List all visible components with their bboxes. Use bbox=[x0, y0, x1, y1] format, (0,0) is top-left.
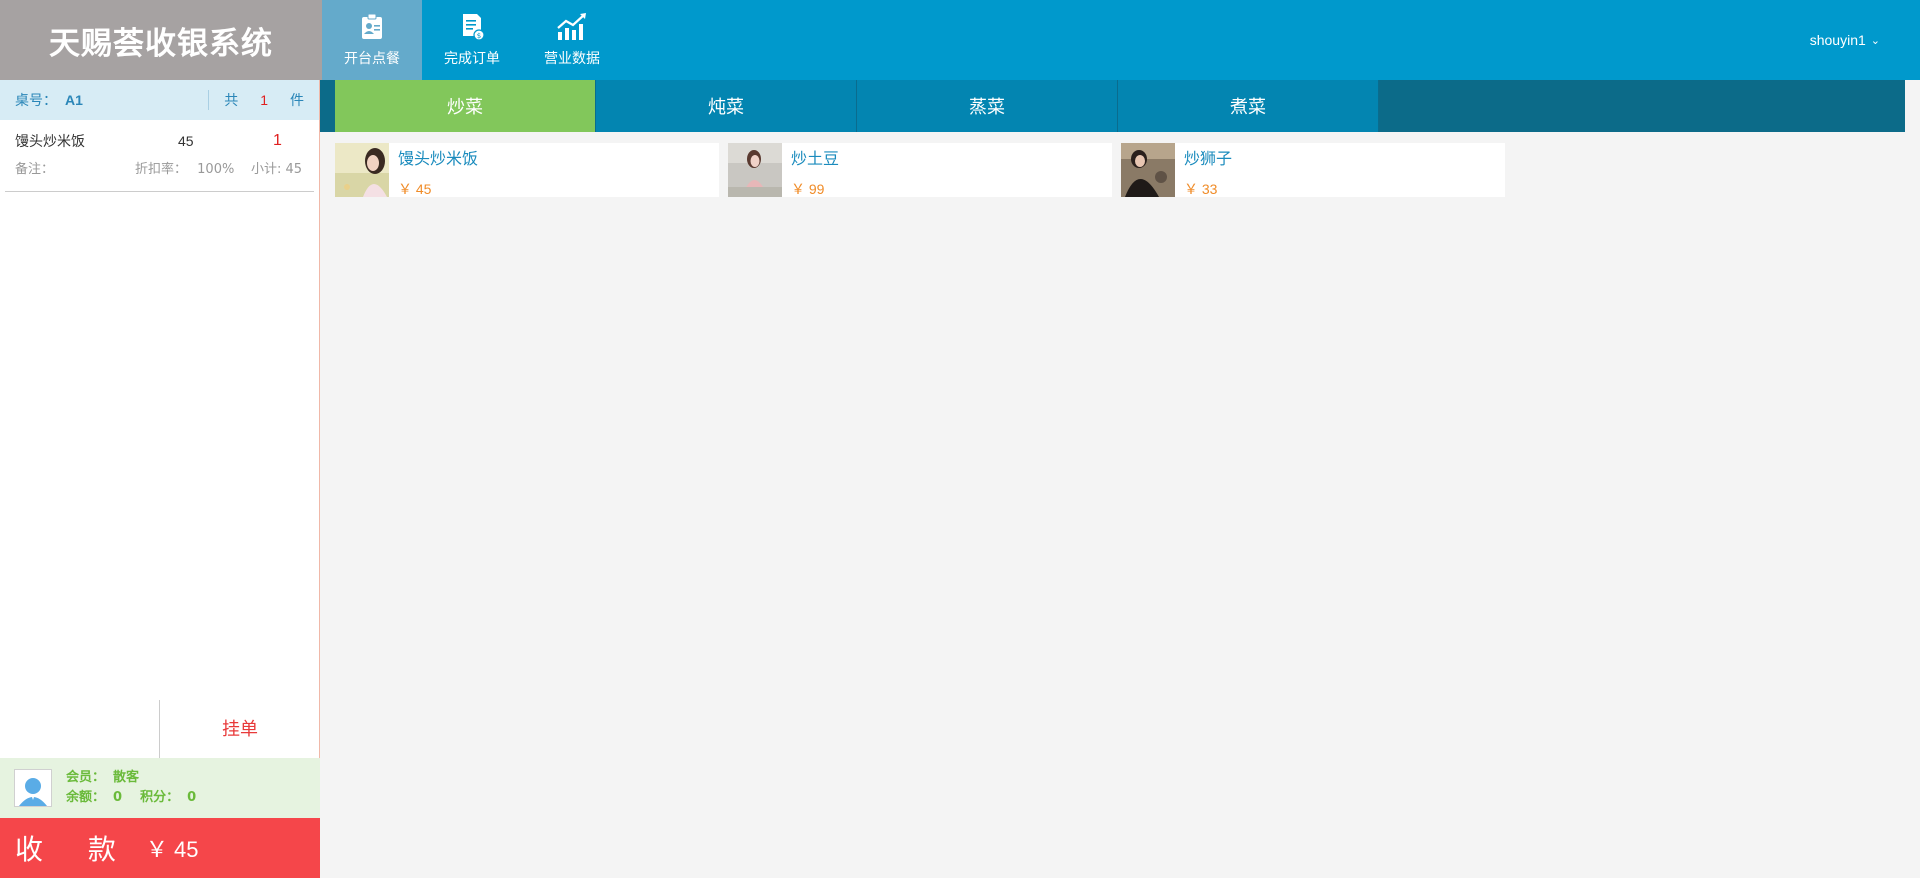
total-suffix: 件 bbox=[290, 93, 304, 109]
id-card-icon bbox=[362, 13, 382, 39]
dish-card[interactable]: 馒头炒米饭 ￥ 45 bbox=[335, 143, 719, 197]
points-value: 0 bbox=[187, 790, 197, 805]
order-item-qty[interactable]: 1 bbox=[273, 132, 282, 150]
table-label: 桌号： bbox=[15, 93, 57, 109]
avatar bbox=[14, 769, 52, 807]
points-label: 积分： bbox=[140, 790, 180, 805]
hold-area: 挂单 bbox=[0, 698, 320, 758]
checkout-amount: ￥ 45 bbox=[145, 837, 199, 862]
tab-stir-fry[interactable]: 炒菜 bbox=[335, 80, 596, 132]
total-count: 1 bbox=[260, 92, 268, 108]
chevron-down-icon: ⌄ bbox=[1870, 34, 1880, 47]
dish-name: 炒狮子 bbox=[1184, 149, 1233, 168]
order-item-note-label[interactable]: 备注： bbox=[15, 158, 135, 177]
dish-price: ￥ 33 bbox=[1184, 181, 1218, 197]
nav-business-data[interactable]: 营业数据 bbox=[522, 0, 622, 80]
member-label: 会员： bbox=[66, 770, 106, 785]
order-item-name: 馒头炒米饭 bbox=[15, 134, 85, 150]
discount-label: 折扣率： bbox=[135, 162, 188, 177]
checkout-label: 收 款 bbox=[15, 833, 134, 866]
username: shouyin1 bbox=[1809, 32, 1866, 48]
document-icon: $ bbox=[463, 14, 485, 41]
dish-name: 馒头炒米饭 bbox=[398, 149, 479, 168]
table-info-bar: 桌号： A1 共 1 件 bbox=[0, 80, 319, 120]
app-title: 天赐荟收银系统 bbox=[0, 0, 322, 80]
dish-grid: 馒头炒米饭 ￥ 45 炒土豆 ￥ 99 炒狮子 ￥ 33 bbox=[335, 143, 1505, 197]
tab-steamed[interactable]: 蒸菜 bbox=[857, 80, 1118, 132]
dish-thumbnail bbox=[1121, 143, 1175, 197]
total-prefix: 共 bbox=[224, 93, 239, 109]
tab-boiled[interactable]: 煮菜 bbox=[1118, 80, 1379, 132]
subtotal: 小计: 45 bbox=[251, 162, 303, 177]
order-item-price: 45 bbox=[178, 133, 194, 149]
order-item[interactable]: 馒头炒米饭 45 1 备注： 折扣率： 100% 小计: 45 bbox=[5, 120, 314, 192]
nav-label: 完成订单 bbox=[444, 51, 500, 67]
nav-label: 营业数据 bbox=[544, 51, 600, 67]
dish-card[interactable]: 炒土豆 ￥ 99 bbox=[728, 143, 1112, 197]
user-avatar-icon bbox=[19, 778, 47, 806]
dish-price: ￥ 99 bbox=[791, 181, 825, 197]
discount-value: 100% bbox=[197, 162, 235, 177]
member-info[interactable]: 会员： 散客 余额： 0 积分： 0 bbox=[0, 758, 320, 818]
svg-text:$: $ bbox=[477, 32, 481, 40]
dish-card[interactable]: 炒狮子 ￥ 33 bbox=[1121, 143, 1505, 197]
hold-order-button[interactable]: 挂单 bbox=[160, 698, 320, 758]
nav-label: 开台点餐 bbox=[344, 51, 400, 67]
member-value: 散客 bbox=[113, 770, 140, 785]
balance-label: 余额： bbox=[66, 790, 106, 805]
divider bbox=[208, 90, 210, 110]
dish-price: ￥ 45 bbox=[398, 181, 432, 197]
top-header: 天赐荟收银系统 开台点餐 $ 完成订单 营业数据 shouyin1 ⌄ bbox=[0, 0, 1920, 80]
main-nav: 开台点餐 $ 完成订单 营业数据 bbox=[322, 0, 622, 80]
category-tabs: 炒菜 炖菜 蒸菜 煮菜 bbox=[320, 80, 1905, 132]
order-panel: 桌号： A1 共 1 件 馒头炒米饭 45 1 备注： 折扣率： 100% 小计… bbox=[0, 80, 320, 878]
nav-open-table[interactable]: 开台点餐 bbox=[322, 0, 422, 80]
table-number: A1 bbox=[65, 92, 83, 108]
dish-name: 炒土豆 bbox=[791, 149, 840, 168]
tab-stew[interactable]: 炖菜 bbox=[596, 80, 857, 132]
dish-thumbnail bbox=[728, 143, 782, 197]
menu-area: 炒菜 炖菜 蒸菜 煮菜 馒头炒米饭 ￥ 45 炒土豆 ￥ 99 炒狮子 ￥ 33 bbox=[320, 80, 1920, 878]
chart-icon bbox=[557, 13, 586, 40]
nav-completed-orders[interactable]: $ 完成订单 bbox=[422, 0, 522, 80]
user-menu[interactable]: shouyin1 ⌄ bbox=[1810, 0, 1880, 80]
checkout-button[interactable]: 收 款 ￥ 45 bbox=[0, 818, 320, 878]
balance-value: 0 bbox=[113, 790, 123, 805]
dish-thumbnail bbox=[335, 143, 389, 197]
